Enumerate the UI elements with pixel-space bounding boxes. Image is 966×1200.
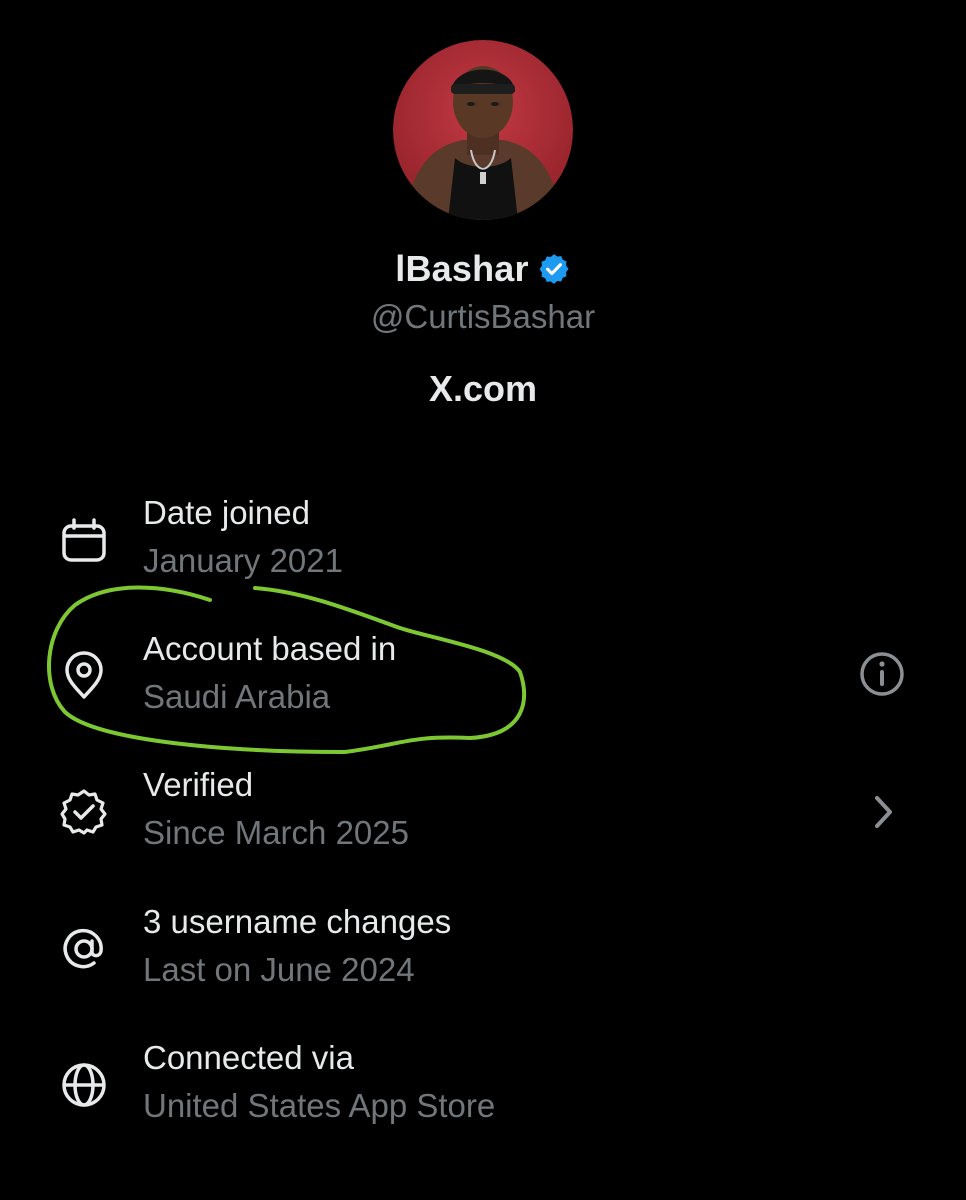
row-subtitle: United States App Store (143, 1087, 496, 1124)
row-title: Connected via (143, 1039, 354, 1076)
chevron-right-icon[interactable] (856, 786, 908, 838)
row-title: 3 username changes (143, 903, 452, 940)
row-date-joined: Date joined January 2021 (0, 494, 966, 604)
row-title: Date joined (143, 494, 310, 531)
calendar-icon (58, 514, 110, 566)
info-icon[interactable] (856, 648, 908, 700)
row-subtitle: Last on June 2024 (143, 951, 415, 988)
row-verified[interactable]: Verified Since March 2025 (0, 766, 966, 876)
verified-seal-icon (58, 786, 110, 838)
row-subtitle: Saudi Arabia (143, 678, 331, 715)
row-subtitle: January 2021 (143, 542, 343, 579)
verified-badge-icon (537, 252, 571, 286)
at-sign-icon (58, 923, 110, 975)
row-subtitle: Since March 2025 (143, 814, 409, 851)
profile-avatar[interactable] (393, 40, 573, 220)
name-row: lBashar (0, 248, 966, 290)
globe-icon (58, 1059, 110, 1111)
row-username-changes: 3 username changes Last on June 2024 (0, 903, 966, 1013)
profile-handle: @CurtisBashar (370, 298, 596, 335)
row-connected-via: Connected via United States App Store (0, 1039, 966, 1149)
row-title: Verified (143, 766, 254, 803)
site-label: X.com (428, 368, 538, 409)
row-account-based-in: Account based in Saudi Arabia (0, 630, 966, 740)
location-pin-icon (58, 650, 110, 702)
display-name: lBashar (395, 248, 529, 289)
row-title: Account based in (143, 630, 397, 667)
